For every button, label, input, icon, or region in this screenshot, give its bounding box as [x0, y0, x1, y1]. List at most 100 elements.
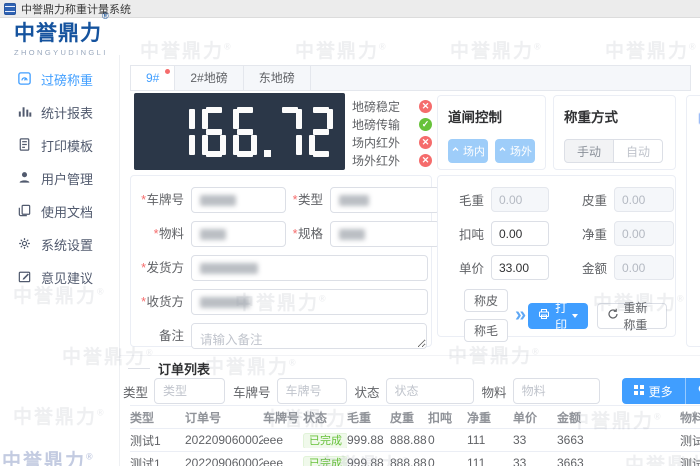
table-cell: 已完成: [303, 432, 347, 448]
weigh-mode-auto-button[interactable]: 自动: [613, 139, 663, 163]
required-asterisk: *: [141, 261, 146, 275]
field-label-plate-number: *车牌号: [135, 187, 191, 213]
field-input-type[interactable]: [330, 187, 440, 213]
table-row[interactable]: 测试1202209060002eee已完成999.88888.880111333…: [130, 429, 700, 452]
notification-dot: [165, 69, 170, 74]
led-digit: [309, 107, 333, 157]
weigh-mode-manual-button[interactable]: 手动: [564, 139, 614, 163]
blurred-value: [200, 229, 226, 240]
orders-filter-row: 类型车牌号状态物料更多搜索: [123, 378, 700, 404]
field-label-unit-price: 单价: [446, 258, 484, 277]
status-error: 地磅稳定✕: [352, 97, 432, 115]
user-icon: [17, 170, 32, 188]
weight-row: 单价金额: [446, 255, 667, 280]
table-cell: eee: [263, 433, 303, 447]
reweigh-button[interactable]: 重新称重: [597, 303, 667, 329]
table-cell: 已完成: [303, 455, 347, 466]
field-input-material[interactable]: [191, 221, 286, 247]
scale-status-panel: 地磅稳定✕地磅传输✓场内红外✕场外红外✕: [352, 97, 432, 169]
tab-2-dibang[interactable]: 2#地磅: [175, 66, 243, 90]
gate-control-title: 道闸控制: [448, 106, 535, 126]
check-circle-icon: ✓: [419, 118, 432, 131]
sidebar-item-print-templates[interactable]: 打印模板: [0, 129, 119, 162]
table-cell: 202209060002: [185, 433, 263, 447]
filter-input-material[interactable]: [513, 378, 600, 404]
field-label-gross-weight: 毛重: [446, 190, 484, 209]
table-cell: 999.88: [347, 456, 390, 466]
print-template-icon: [17, 137, 32, 155]
sidebar-item-feedback[interactable]: 意见建议: [0, 261, 119, 294]
column-header: 金额: [557, 409, 680, 426]
x-circle-icon: ✕: [419, 136, 432, 149]
sidebar-item-documentation[interactable]: 使用文档: [0, 195, 119, 228]
status-badge: 已完成: [303, 456, 347, 466]
gate-buttons: 场内 场外: [448, 139, 535, 163]
status-badge: 已完成: [303, 433, 347, 448]
print-button[interactable]: 打印: [528, 303, 588, 329]
weigh-tare-button[interactable]: 称皮: [464, 289, 508, 312]
form-row: *收货方: [135, 289, 427, 315]
gate-outside-button[interactable]: 场外: [495, 139, 535, 163]
table-row[interactable]: 测试1202209060002eee已完成999.88888.880111333…: [130, 452, 700, 466]
orders-table: 类型订单号车牌号状态毛重皮重扣吨净重单价金额物料测试1202209060002e…: [130, 405, 700, 466]
sidebar-item-system-settings[interactable]: 系统设置: [0, 228, 119, 261]
weigh-mode-card: 称重方式 手动自动: [553, 95, 676, 170]
column-header: 状态: [303, 409, 347, 426]
brand-logo: 中誉鼎力® ZHONGYUDINGLI: [14, 17, 109, 57]
field-input-plate-number[interactable]: [191, 187, 286, 213]
sidebar-item-label: 打印模板: [41, 136, 93, 155]
blurred-value: [200, 297, 250, 308]
document-icon: [17, 203, 32, 221]
tab-label: 东地磅: [259, 71, 295, 85]
orders-button-group: 更多搜索: [622, 378, 700, 404]
column-header: 扣吨: [428, 409, 467, 426]
sidebar-item-label: 统计报表: [41, 103, 93, 122]
tab-east-dibang[interactable]: 东地磅: [244, 66, 311, 90]
table-cell: 0: [428, 456, 467, 466]
field-input-deduction[interactable]: [491, 221, 549, 246]
weigh-gross-button[interactable]: 称毛: [464, 319, 508, 342]
feedback-icon: [17, 269, 32, 287]
filter-label-type: 类型: [123, 382, 148, 401]
field-input-unit-price[interactable]: [491, 255, 549, 280]
form-row: 备注: [135, 323, 427, 349]
double-chevron-right-icon: »: [515, 304, 523, 327]
table-cell: 测试: [680, 455, 700, 466]
filter-input-plate-number[interactable]: [277, 378, 347, 404]
required-asterisk: *: [292, 193, 297, 207]
orders-section-title: 订单列表: [158, 359, 210, 378]
weigh-buttons-column: 称皮 称毛: [464, 289, 508, 342]
refresh-icon: [607, 308, 619, 323]
sidebar-item-user-management[interactable]: 用户管理: [0, 162, 119, 195]
filter-input-status[interactable]: [386, 378, 474, 404]
sidebar-item-label: 过磅称重: [41, 70, 93, 89]
led-digit: [202, 107, 226, 157]
remark-textarea[interactable]: [191, 323, 427, 349]
gate-inside-button[interactable]: 场内: [448, 139, 488, 163]
field-label-net-weight: 净重: [561, 224, 607, 243]
column-header: 净重: [467, 409, 513, 426]
tab-9[interactable]: 9#: [131, 66, 175, 90]
more-label: 更多: [649, 383, 673, 400]
weigh-actions-row: 称皮 称毛 » 打印 重新称重: [446, 289, 667, 342]
status-error: 场外红外✕: [352, 151, 432, 169]
field-input-shipper[interactable]: [191, 255, 428, 281]
field-label-receiver: *收货方: [135, 289, 191, 315]
more-button[interactable]: 更多: [622, 378, 685, 404]
form-row: *车牌号 *类型: [135, 187, 427, 213]
status-label: 场外红外: [352, 152, 400, 169]
led-segment: [206, 129, 222, 135]
field-input-spec[interactable]: [330, 221, 440, 247]
search-button[interactable]: 搜索: [685, 378, 700, 404]
led-segment: [233, 109, 239, 129]
field-label-type: *类型: [286, 187, 330, 213]
filter-label-status: 状态: [355, 382, 380, 401]
field-input-receiver[interactable]: [191, 289, 428, 315]
filter-input-type[interactable]: [154, 378, 225, 404]
sidebar-item-weighing[interactable]: 过磅称重: [0, 63, 119, 96]
field-label-spec: *规格: [286, 221, 330, 247]
sidebar-item-reports[interactable]: 统计报表: [0, 96, 119, 129]
sidebar-item-label: 意见建议: [41, 268, 93, 287]
scale-tabstrip: 9#2#地磅 东地磅: [130, 65, 691, 91]
form-row: *物料*规格: [135, 221, 427, 247]
